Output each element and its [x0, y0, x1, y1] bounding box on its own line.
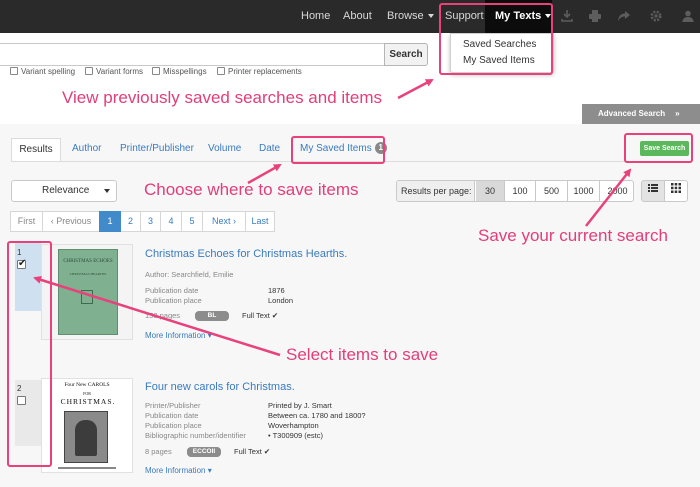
- arrow-to-checkbox: [33, 275, 281, 357]
- arrow-to-save-search: [585, 168, 632, 227]
- annotation-arrows: [33, 78, 632, 357]
- page-1[interactable]: 1: [99, 211, 121, 232]
- arrow-to-tab: [247, 163, 282, 185]
- arrow-to-menu: [397, 78, 434, 100]
